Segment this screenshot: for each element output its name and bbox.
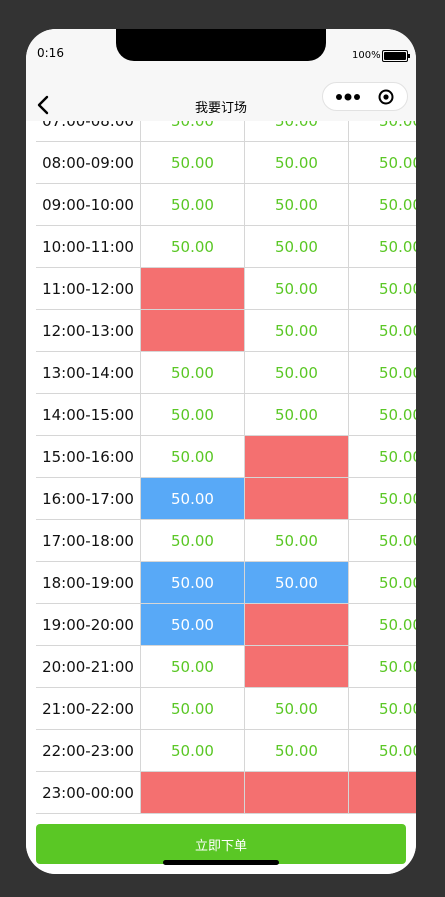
slot-cell-booked xyxy=(245,436,349,478)
slot-cell-available[interactable]: 50.00 xyxy=(245,394,349,436)
time-slot-label: 17:00-18:00 xyxy=(36,520,141,562)
time-slot-label: 20:00-21:00 xyxy=(36,646,141,688)
slot-cell-available[interactable]: 50.00 xyxy=(141,121,245,142)
slot-cell-available[interactable]: 50.00 xyxy=(349,436,416,478)
table-row: 11:00-12:00 50.0050.00 xyxy=(36,268,416,310)
slot-cell-available[interactable]: 50.00 xyxy=(245,226,349,268)
footer-bar: 立即下单 xyxy=(26,815,416,874)
slot-cell-available[interactable]: 50.00 xyxy=(141,520,245,562)
slot-cell-booked xyxy=(141,268,245,310)
time-slot-label: 15:00-16:00 xyxy=(36,436,141,478)
table-row: 15:00-16:0050.0050.00 xyxy=(36,436,416,478)
slot-cell-available[interactable]: 50.00 xyxy=(245,121,349,142)
table-row: 18:00-19:0050.0050.0050.00 xyxy=(36,562,416,604)
slot-cell-available[interactable]: 50.00 xyxy=(245,730,349,772)
time-slot-label: 11:00-12:00 xyxy=(36,268,141,310)
slot-cell-booked xyxy=(245,772,349,814)
slot-cell-available[interactable]: 50.00 xyxy=(245,310,349,352)
slot-cell-selected[interactable]: 50.00 xyxy=(141,562,245,604)
slot-cell-available[interactable]: 50.00 xyxy=(349,394,416,436)
time-slot-label: 19:00-20:00 xyxy=(36,604,141,646)
place-order-button[interactable]: 立即下单 xyxy=(36,824,406,864)
time-slot-label: 07:00-08:00 xyxy=(36,121,141,142)
slot-cell-available[interactable]: 50.00 xyxy=(141,646,245,688)
slot-cell-available[interactable]: 50.00 xyxy=(349,478,416,520)
more-icon[interactable] xyxy=(335,91,363,103)
notch xyxy=(116,29,326,61)
slot-cell-booked xyxy=(245,478,349,520)
slot-cell-available[interactable]: 50.00 xyxy=(141,184,245,226)
battery-icon xyxy=(382,50,410,62)
booking-grid: 07:00-08:0050.0050.0050.0008:00-09:0050.… xyxy=(36,121,416,815)
table-row: 08:00-09:0050.0050.0050.00 xyxy=(36,142,416,184)
time-slot-label: 22:00-23:00 xyxy=(36,730,141,772)
slot-cell-selected[interactable]: 50.00 xyxy=(141,604,245,646)
slot-cell-available[interactable]: 50.00 xyxy=(245,352,349,394)
battery-percent: 100% xyxy=(352,50,381,61)
slot-cell-available[interactable]: 50.00 xyxy=(245,688,349,730)
slot-cell-available[interactable]: 50.00 xyxy=(141,226,245,268)
table-row: 07:00-08:0050.0050.0050.00 xyxy=(36,121,416,142)
slot-cell-booked xyxy=(349,772,416,814)
slot-cell-available[interactable]: 50.00 xyxy=(349,310,416,352)
slot-cell-available[interactable]: 50.00 xyxy=(349,520,416,562)
time-slot-label: 23:00-00:00 xyxy=(36,772,141,814)
table-row: 10:00-11:0050.0050.0050.00 xyxy=(36,226,416,268)
slot-cell-available[interactable]: 50.00 xyxy=(349,688,416,730)
slot-cell-available[interactable]: 50.00 xyxy=(245,184,349,226)
slot-cell-available[interactable]: 50.00 xyxy=(349,562,416,604)
table-row: 17:00-18:0050.0050.0050.00 xyxy=(36,520,416,562)
table-row: 22:00-23:0050.0050.0050.00 xyxy=(36,730,416,772)
slot-cell-available[interactable]: 50.00 xyxy=(349,121,416,142)
slot-cell-available[interactable]: 50.00 xyxy=(141,436,245,478)
slot-cell-available[interactable]: 50.00 xyxy=(349,184,416,226)
nav-bar: 我要订场 xyxy=(26,82,416,121)
time-slot-label: 09:00-10:00 xyxy=(36,184,141,226)
slot-cell-selected[interactable]: 50.00 xyxy=(141,478,245,520)
slot-cell-available[interactable]: 50.00 xyxy=(141,142,245,184)
home-indicator xyxy=(163,860,279,865)
slot-cell-selected[interactable]: 50.00 xyxy=(245,562,349,604)
slot-cell-available[interactable]: 50.00 xyxy=(245,142,349,184)
time-slot-label: 14:00-15:00 xyxy=(36,394,141,436)
time-slot-label: 21:00-22:00 xyxy=(36,688,141,730)
slot-cell-booked xyxy=(141,772,245,814)
table-row: 16:00-17:0050.0050.00 xyxy=(36,478,416,520)
slot-cell-available[interactable]: 50.00 xyxy=(349,226,416,268)
close-target-icon[interactable] xyxy=(378,89,394,105)
table-row: 09:00-10:0050.0050.0050.00 xyxy=(36,184,416,226)
slot-cell-available[interactable]: 50.00 xyxy=(349,730,416,772)
slot-cell-available[interactable]: 50.00 xyxy=(141,730,245,772)
slot-cell-available[interactable]: 50.00 xyxy=(245,520,349,562)
table-row: 21:00-22:0050.0050.0050.00 xyxy=(36,688,416,730)
time-slot-label: 10:00-11:00 xyxy=(36,226,141,268)
table-row: 19:00-20:0050.0050.00 xyxy=(36,604,416,646)
status-time: 0:16 xyxy=(37,46,64,60)
slot-cell-available[interactable]: 50.00 xyxy=(349,268,416,310)
phone-screen: 0:16 100% 我要订场 07:00-08:0050.0050.0050.0… xyxy=(26,29,416,874)
table-row: 13:00-14:0050.0050.0050.00 xyxy=(36,352,416,394)
mini-program-capsule xyxy=(322,82,408,111)
table-row: 20:00-21:0050.0050.00 xyxy=(36,646,416,688)
slot-cell-booked xyxy=(245,604,349,646)
slot-cell-available[interactable]: 50.00 xyxy=(141,688,245,730)
slot-cell-available[interactable]: 50.00 xyxy=(141,352,245,394)
slot-cell-available[interactable]: 50.00 xyxy=(141,394,245,436)
status-bar: 0:16 100% xyxy=(26,29,416,89)
time-slot-label: 08:00-09:00 xyxy=(36,142,141,184)
slot-cell-available[interactable]: 50.00 xyxy=(245,268,349,310)
time-slot-label: 18:00-19:00 xyxy=(36,562,141,604)
slot-cell-booked xyxy=(141,310,245,352)
slot-cell-booked xyxy=(245,646,349,688)
slot-cell-available[interactable]: 50.00 xyxy=(349,646,416,688)
table-row: 23:00-00:00 xyxy=(36,772,416,814)
slot-cell-available[interactable]: 50.00 xyxy=(349,142,416,184)
time-slot-label: 13:00-14:00 xyxy=(36,352,141,394)
table-row: 12:00-13:00 50.0050.00 xyxy=(36,310,416,352)
time-slot-label: 12:00-13:00 xyxy=(36,310,141,352)
slot-cell-available[interactable]: 50.00 xyxy=(349,604,416,646)
table-row: 14:00-15:0050.0050.0050.00 xyxy=(36,394,416,436)
slot-cell-available[interactable]: 50.00 xyxy=(349,352,416,394)
time-slot-label: 16:00-17:00 xyxy=(36,478,141,520)
